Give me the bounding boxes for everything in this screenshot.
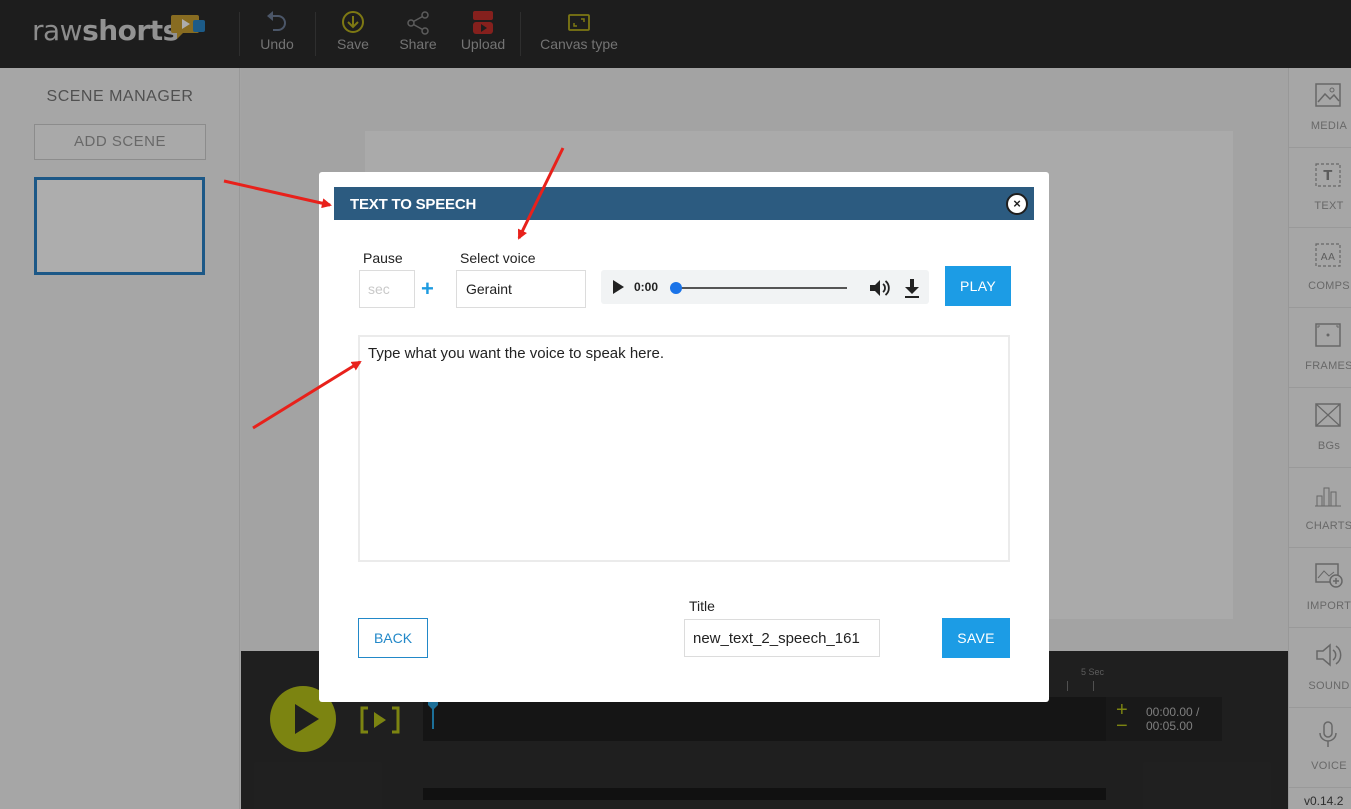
download-icon[interactable] bbox=[903, 277, 921, 299]
speech-text-area[interactable]: Type what you want the voice to speak he… bbox=[358, 335, 1010, 562]
pause-seconds-input[interactable] bbox=[359, 270, 415, 308]
save-button[interactable]: SAVE bbox=[942, 618, 1010, 658]
text-to-speech-dialog: TEXT TO SPEECH × Pause + Select voice Ge… bbox=[319, 172, 1049, 702]
audio-player: 0:00 bbox=[601, 270, 929, 304]
back-button[interactable]: BACK bbox=[358, 618, 428, 658]
title-label: Title bbox=[689, 598, 715, 614]
close-icon[interactable]: × bbox=[1006, 193, 1028, 215]
play-button[interactable]: PLAY bbox=[945, 266, 1011, 306]
audio-progress-knob[interactable] bbox=[670, 282, 682, 294]
title-input[interactable] bbox=[684, 619, 880, 657]
dialog-header: TEXT TO SPEECH × bbox=[334, 187, 1034, 220]
volume-icon[interactable] bbox=[869, 278, 891, 298]
dialog-title: TEXT TO SPEECH bbox=[350, 196, 477, 213]
voice-select[interactable]: Geraint bbox=[456, 270, 586, 308]
pause-label: Pause bbox=[363, 250, 403, 266]
select-voice-label: Select voice bbox=[460, 250, 536, 266]
audio-play-icon[interactable] bbox=[613, 280, 624, 294]
add-pause-button[interactable]: + bbox=[421, 276, 434, 302]
audio-time: 0:00 bbox=[634, 280, 659, 294]
audio-progress-bar[interactable] bbox=[675, 287, 847, 289]
